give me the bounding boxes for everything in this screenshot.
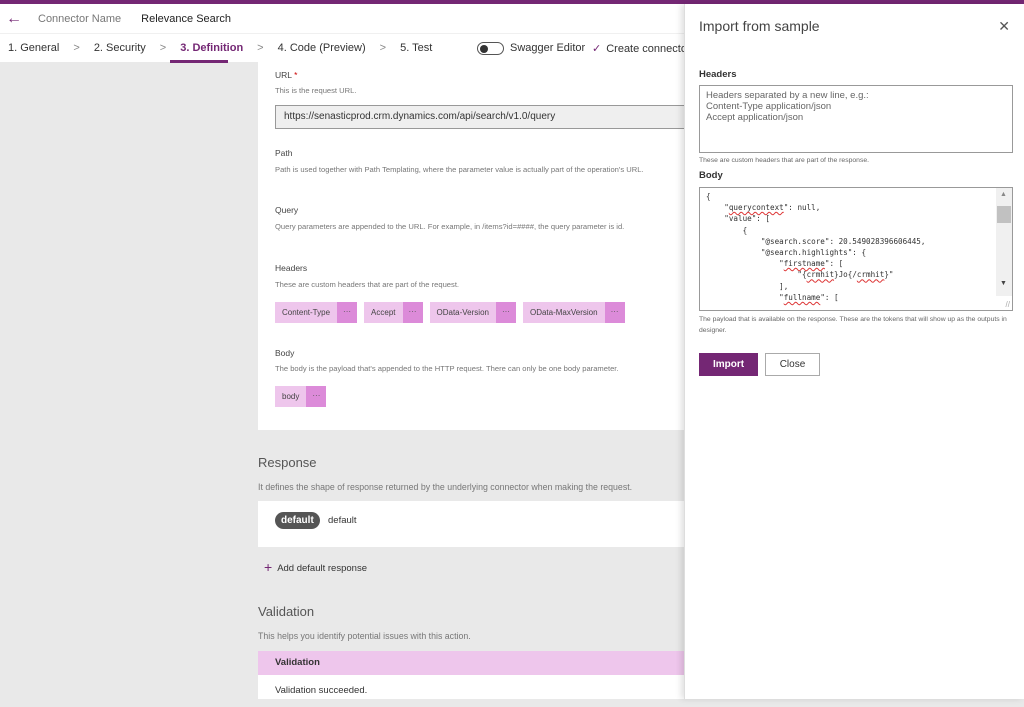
- response-label: default: [328, 515, 357, 526]
- chevron-right-icon: >: [379, 42, 387, 54]
- swagger-editor-label: Swagger Editor: [510, 42, 586, 54]
- required-marker: *: [294, 70, 298, 80]
- code-line: "fullname": [: [706, 292, 839, 302]
- panel-title: Import from sample: [699, 18, 820, 34]
- path-label: Path: [275, 148, 293, 158]
- code-line: "value": [: [706, 214, 771, 224]
- code-line: {: [706, 225, 748, 235]
- create-connector-button[interactable]: ✓ Create connector: [592, 42, 691, 55]
- query-label: Query: [275, 205, 299, 215]
- tab-security[interactable]: 2. Security: [86, 34, 146, 62]
- chevron-right-icon: >: [159, 42, 167, 54]
- url-label: URL *: [275, 70, 297, 80]
- panel-headers-label: Headers: [699, 69, 737, 80]
- code-line: "@search.score": 20.549028396606445,: [706, 236, 926, 246]
- swagger-editor-toggle[interactable]: [477, 42, 504, 55]
- body-chips: body ···: [275, 386, 327, 407]
- headers-hint: These are custom headers that are part o…: [699, 157, 870, 164]
- chevron-right-icon: >: [73, 42, 80, 54]
- code-line: "@search.highlights": {: [706, 248, 867, 258]
- chip-label: OData-Version: [436, 308, 489, 317]
- close-icon[interactable]: ✕: [998, 18, 1010, 35]
- more-options-icon[interactable]: ···: [604, 302, 625, 323]
- body-textarea[interactable]: { "querycontext": null, "value": [ { "@s…: [699, 187, 1013, 311]
- tab-definition[interactable]: 3. Definition: [172, 34, 243, 62]
- connector-name-label: Connector Name: [38, 12, 122, 25]
- response-desc: It defines the shape of response returne…: [258, 482, 633, 492]
- headers-label: Headers: [275, 263, 308, 273]
- more-options-icon[interactable]: ···: [306, 386, 327, 407]
- path-desc: Path is used together with Path Templati…: [275, 165, 644, 174]
- tab-test[interactable]: 5. Test: [392, 34, 432, 62]
- body-scrollbar[interactable]: ▲ ▼: [996, 188, 1012, 296]
- tab-general[interactable]: 1. General: [0, 34, 59, 62]
- code-line: ],: [706, 281, 789, 291]
- checkmark-icon: ✓: [592, 43, 602, 55]
- chip-label: body: [282, 392, 300, 401]
- scroll-thumb[interactable]: [997, 206, 1011, 223]
- active-tab-indicator: [170, 60, 228, 63]
- body-json-content: { "querycontext": null, "value": [ { "@s…: [706, 191, 925, 303]
- response-row[interactable]: default default: [258, 501, 684, 547]
- code-line: "querycontext": null,: [706, 203, 821, 213]
- body-desc: The body is the payload that's appended …: [275, 364, 619, 373]
- body-hint: The payload that is available on the res…: [699, 316, 1007, 334]
- scroll-down-icon[interactable]: ▼: [1000, 280, 1007, 287]
- header-chip-odata-maxversion[interactable]: OData-MaxVersion ···: [522, 302, 625, 323]
- url-label-text: URL: [275, 70, 292, 80]
- header-chip-accept[interactable]: Accept ···: [364, 302, 423, 323]
- more-options-icon[interactable]: ···: [495, 302, 516, 323]
- more-options-icon[interactable]: ···: [402, 302, 423, 323]
- create-connector-label: Create connector: [606, 43, 691, 55]
- response-pill[interactable]: default: [275, 512, 320, 529]
- validation-result: Validation succeeded.: [258, 675, 684, 699]
- headers-textarea[interactable]: Headers separated by a new line, e.g.: C…: [699, 85, 1013, 153]
- response-title: Response: [258, 455, 317, 470]
- scroll-up-icon[interactable]: ▲: [1000, 191, 1007, 198]
- query-desc: Query parameters are appended to the URL…: [275, 222, 625, 231]
- request-card: URL * This is the request URL. https://s…: [258, 62, 695, 430]
- header-chips: Content-Type ··· Accept ··· OData-Version ·…: [275, 302, 625, 323]
- panel-body-label: Body: [699, 170, 723, 181]
- validation-header: Validation: [258, 651, 684, 675]
- url-desc: This is the request URL.: [275, 86, 357, 95]
- headers-desc: These are custom headers that are part o…: [275, 280, 460, 289]
- connector-name-value[interactable]: Relevance Search: [141, 13, 231, 25]
- code-line: {: [706, 192, 711, 201]
- validation-desc: This helps you identify potential issues…: [258, 631, 471, 641]
- import-button[interactable]: Import: [699, 353, 758, 376]
- validation-title: Validation: [258, 604, 315, 619]
- plus-icon: +: [264, 559, 273, 575]
- close-button[interactable]: Close: [765, 353, 820, 376]
- import-from-sample-panel: Import from sample ✕ Headers Headers sep…: [684, 4, 1024, 699]
- add-default-response-label: Add default response: [277, 563, 367, 574]
- arrow-left-icon[interactable]: ←: [0, 10, 28, 28]
- url-input[interactable]: https://senasticprod.crm.dynamics.com/ap…: [275, 105, 695, 129]
- body-label: Body: [275, 348, 295, 358]
- chip-label: Accept: [371, 308, 396, 317]
- code-line: "{crmhit}Jo{/crmhit}": [706, 270, 894, 280]
- resize-handle-icon[interactable]: //: [1004, 300, 1010, 309]
- add-default-response-button[interactable]: + Add default response: [264, 559, 367, 575]
- header-chip-odata-version[interactable]: OData-Version ···: [429, 302, 516, 323]
- tab-code-preview[interactable]: 4. Code (Preview): [270, 34, 366, 62]
- chevron-right-icon: >: [257, 42, 264, 54]
- toggle-knob: [480, 45, 488, 53]
- more-options-icon[interactable]: ···: [337, 302, 358, 323]
- chip-label: Content-Type: [282, 308, 331, 317]
- code-line: "firstname": [: [706, 259, 844, 269]
- chip-label: OData-MaxVersion: [529, 308, 598, 317]
- header-chip-content-type[interactable]: Content-Type ···: [275, 302, 358, 323]
- connector-header: ← Connector Name Relevance Search: [0, 4, 684, 34]
- body-chip[interactable]: body ···: [275, 386, 327, 407]
